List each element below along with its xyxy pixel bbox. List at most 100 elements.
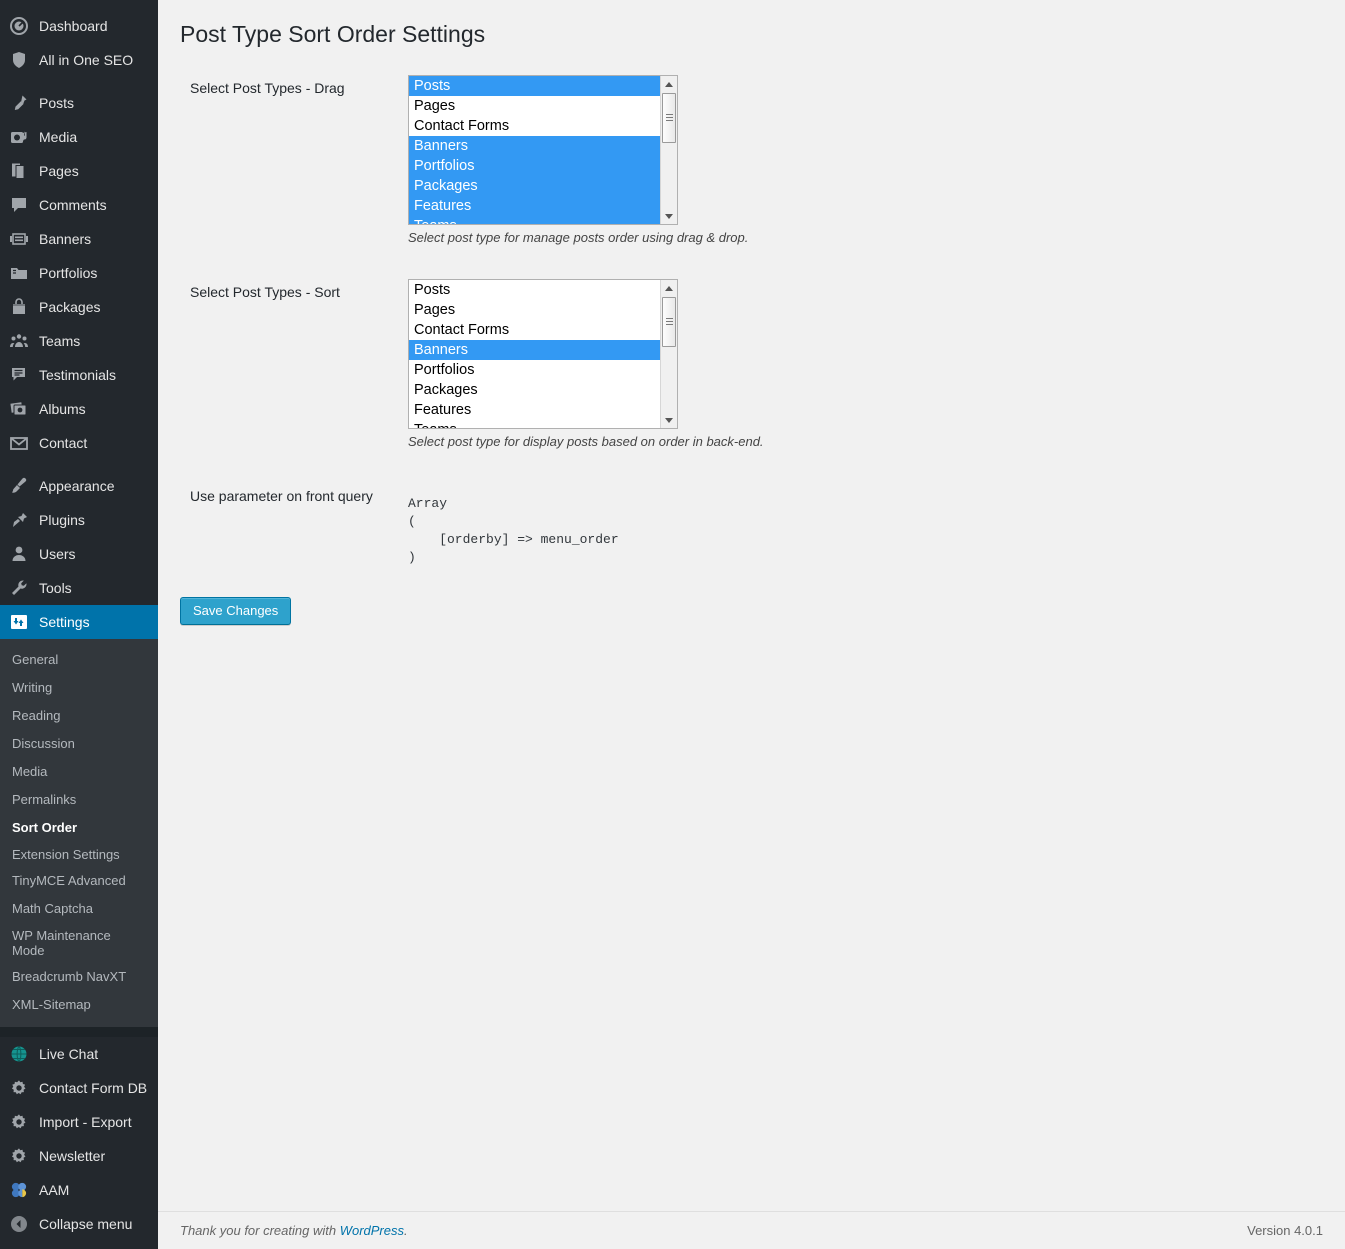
sidebar-group-content: Posts Media Pages Comments Banners Portfolios… — [0, 86, 158, 460]
submenu-item-extension-settings[interactable]: Extension Settings — [0, 842, 130, 867]
settings-submenu: General Writing Reading Discussion Media Perm… — [0, 639, 158, 1027]
drag-options-list[interactable]: Posts Pages Contact Forms Banners Portfolios… — [409, 76, 660, 224]
submenu-item-breadcrumb-navxt[interactable]: Breadcrumb NavXT — [0, 963, 158, 991]
testimonial-icon — [9, 365, 29, 385]
scrollbar-thumb[interactable] — [662, 297, 676, 348]
sidebar-item-collapse-menu[interactable]: Collapse menu — [0, 1207, 158, 1241]
sidebar-item-import-export[interactable]: Import - Export — [0, 1105, 158, 1139]
pages-icon — [9, 161, 29, 181]
menu-separator-1 — [0, 77, 158, 86]
listbox-option[interactable]: Posts — [409, 280, 660, 300]
sidebar-item-appearance[interactable]: Appearance — [0, 469, 158, 503]
scroll-up-arrow-icon[interactable] — [661, 76, 677, 92]
sidebar-item-label: Media — [39, 129, 78, 145]
submenu-item-media[interactable]: Media — [0, 758, 158, 786]
sidebar-item-tools[interactable]: Tools — [0, 571, 158, 605]
submenu-item-xml-sitemap[interactable]: XML-Sitemap — [0, 991, 158, 1019]
sidebar-item-contact-form-db[interactable]: Contact Form DB — [0, 1071, 158, 1105]
listbox-option[interactable]: Features — [409, 400, 660, 420]
listbox-option[interactable]: Portfolios — [409, 360, 660, 380]
field-cell-sort: Posts Pages Contact Forms Banners Portfolios… — [398, 267, 1345, 471]
submenu-item-reading[interactable]: Reading — [0, 702, 158, 730]
scrollbar-thumb[interactable] — [662, 93, 676, 143]
sidebar-item-teams[interactable]: Teams — [0, 324, 158, 358]
submenu-item-math-captcha[interactable]: Math Captcha — [0, 895, 158, 923]
submenu-item-permalinks[interactable]: Permalinks — [0, 786, 158, 814]
sidebar-item-comments[interactable]: Comments — [0, 188, 158, 222]
sidebar-item-users[interactable]: Users — [0, 537, 158, 571]
sidebar-item-albums[interactable]: Albums — [0, 392, 158, 426]
scroll-down-arrow-icon[interactable] — [661, 412, 677, 429]
sidebar-item-label: Tools — [39, 580, 72, 596]
wordpress-link[interactable]: WordPress — [340, 1223, 404, 1238]
listbox-option[interactable]: Contact Forms — [409, 116, 660, 136]
submenu-item-wp-maintenance-mode[interactable]: WP Maintenance Mode — [0, 923, 130, 963]
media-icon — [9, 127, 29, 147]
listbox-option[interactable]: Banners — [409, 136, 660, 156]
listbox-option[interactable]: Features — [409, 196, 660, 216]
listbox-option[interactable]: Portfolios — [409, 156, 660, 176]
sidebar-item-aam[interactable]: AAM — [0, 1173, 158, 1207]
select-post-types-sort-listbox[interactable]: Posts Pages Contact Forms Banners Portfolios… — [408, 279, 678, 430]
scrollbar-grip-icon — [666, 318, 673, 326]
listbox-option[interactable]: Posts — [409, 76, 660, 96]
sidebar-item-posts[interactable]: Posts — [0, 86, 158, 120]
sidebar-item-label: Plugins — [39, 512, 85, 528]
listbox-option[interactable]: Pages — [409, 300, 660, 320]
submenu-item-writing[interactable]: Writing — [0, 674, 158, 702]
sidebar-item-newsletter[interactable]: Newsletter — [0, 1139, 158, 1173]
listbox-option[interactable]: Teams — [409, 420, 660, 428]
banner-icon — [9, 229, 29, 249]
sidebar-item-label: Portfolios — [39, 265, 98, 281]
listbox-option[interactable]: Packages — [409, 380, 660, 400]
save-changes-button[interactable]: Save Changes — [180, 597, 292, 626]
submenu-item-tinymce-advanced[interactable]: TinyMCE Advanced — [0, 867, 158, 895]
front-query-code: Array ( [orderby] => menu_order ) — [408, 496, 619, 566]
scroll-up-arrow-icon[interactable] — [661, 280, 677, 297]
menu-separator-3 — [0, 1027, 158, 1037]
sidebar-item-label: Appearance — [39, 478, 115, 494]
sidebar-item-label: Newsletter — [39, 1148, 106, 1164]
sort-options-list[interactable]: Posts Pages Contact Forms Banners Portfolios… — [409, 280, 660, 428]
sidebar-item-plugins[interactable]: Plugins — [0, 503, 158, 537]
listbox-option[interactable]: Banners — [409, 340, 660, 361]
sidebar-item-live-chat[interactable]: Live Chat — [0, 1037, 158, 1071]
groups-icon — [9, 331, 29, 351]
listbox-option[interactable]: Teams — [409, 216, 660, 224]
collapse-arrow-icon — [9, 1214, 29, 1234]
listbox-option[interactable]: Contact Forms — [409, 320, 660, 340]
form-row-drag: Select Post Types - Drag Posts Pages Conta… — [158, 63, 1345, 267]
form-row-front-query: Use parameter on front query Array ( [or… — [158, 471, 1345, 587]
sidebar-item-pages[interactable]: Pages — [0, 154, 158, 188]
listbox-option[interactable]: Pages — [409, 96, 660, 116]
globe-icon — [9, 1044, 29, 1064]
sidebar-item-all-in-one-seo[interactable]: All in One SEO — [0, 43, 158, 77]
scroll-down-arrow-icon[interactable] — [661, 208, 677, 224]
sort-listbox-scrollbar[interactable] — [660, 280, 677, 429]
sidebar-item-dashboard[interactable]: Dashboard — [0, 9, 158, 43]
footer-version: Version 4.0.1 — [1247, 1223, 1323, 1238]
sidebar-item-label: Albums — [39, 401, 86, 417]
listbox-option[interactable]: Packages — [409, 176, 660, 196]
scrollbar-grip-icon — [666, 114, 673, 122]
select-post-types-drag-listbox[interactable]: Posts Pages Contact Forms Banners Portfolios… — [408, 75, 678, 225]
dashboard-icon — [9, 16, 29, 36]
submenu-item-discussion[interactable]: Discussion — [0, 730, 158, 758]
drag-listbox-scrollbar[interactable] — [660, 76, 677, 224]
sidebar-item-label: Packages — [39, 299, 101, 315]
sidebar-item-banners[interactable]: Banners — [0, 222, 158, 256]
main-content: Post Type Sort Order Settings Select Pos… — [158, 0, 1345, 1249]
page-title: Post Type Sort Order Settings — [180, 21, 486, 47]
sidebar-item-media[interactable]: Media — [0, 120, 158, 154]
footer-thanks-prefix: Thank you for creating with — [180, 1223, 340, 1238]
sidebar-item-packages[interactable]: Packages — [0, 290, 158, 324]
submenu-item-general[interactable]: General — [0, 646, 158, 674]
sidebar-item-contact[interactable]: Contact — [0, 426, 158, 460]
sidebar-item-testimonials[interactable]: Testimonials — [0, 358, 158, 392]
sidebar-item-label: All in One SEO — [39, 52, 134, 68]
menu-spacer-top — [0, 0, 158, 9]
submenu-item-sort-order[interactable]: Sort Order — [0, 814, 158, 842]
sidebar-item-portfolios[interactable]: Portfolios — [0, 256, 158, 290]
sidebar-item-settings[interactable]: Settings — [0, 605, 158, 639]
field-cell-drag: Posts Pages Contact Forms Banners Portfolios… — [398, 63, 1345, 267]
